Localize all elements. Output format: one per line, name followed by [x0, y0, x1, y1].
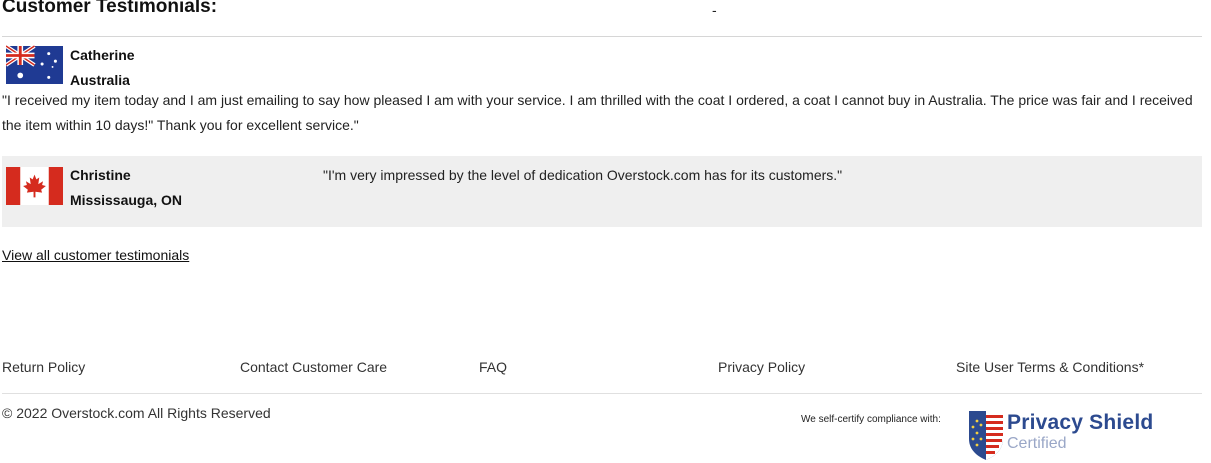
footer-link-contact-customer-care[interactable]: Contact Customer Care: [240, 359, 387, 375]
footer-link-return-policy[interactable]: Return Policy: [2, 359, 85, 375]
header-dash: -: [712, 2, 717, 18]
testimonial-location: Mississauga, ON: [70, 192, 183, 208]
footer-link-site-terms[interactable]: Site User Terms & Conditions*: [956, 359, 1144, 375]
privacy-shield-title: Privacy Shield: [1007, 411, 1154, 434]
footer-link-privacy-policy[interactable]: Privacy Policy: [718, 359, 805, 375]
certify-text: We self-certify compliance with:: [801, 414, 941, 425]
privacy-shield-subtitle: Certified: [1007, 435, 1067, 452]
view-all-testimonials-link[interactable]: View all customer testimonials: [2, 247, 189, 263]
canada-flag-icon: [6, 167, 63, 205]
privacy-shield-badge-icon[interactable]: [965, 409, 1007, 461]
footer-link-faq[interactable]: FAQ: [479, 359, 507, 375]
testimonials-heading: Customer Testimonials:: [2, 0, 218, 17]
australia-flag-icon: [6, 45, 63, 84]
testimonial-quote: "I received my item today and I am just …: [2, 92, 1193, 133]
footer-divider: [2, 393, 1202, 394]
copyright-text: © 2022 Overstock.com All Rights Reserved: [2, 405, 271, 421]
testimonial-quote: "I'm very impressed by the level of dedi…: [323, 167, 843, 183]
top-divider: [2, 36, 1202, 37]
testimonial-name: Christine: [70, 167, 131, 183]
testimonial-location: Australia: [70, 72, 130, 88]
testimonial-name: Catherine: [70, 47, 135, 63]
